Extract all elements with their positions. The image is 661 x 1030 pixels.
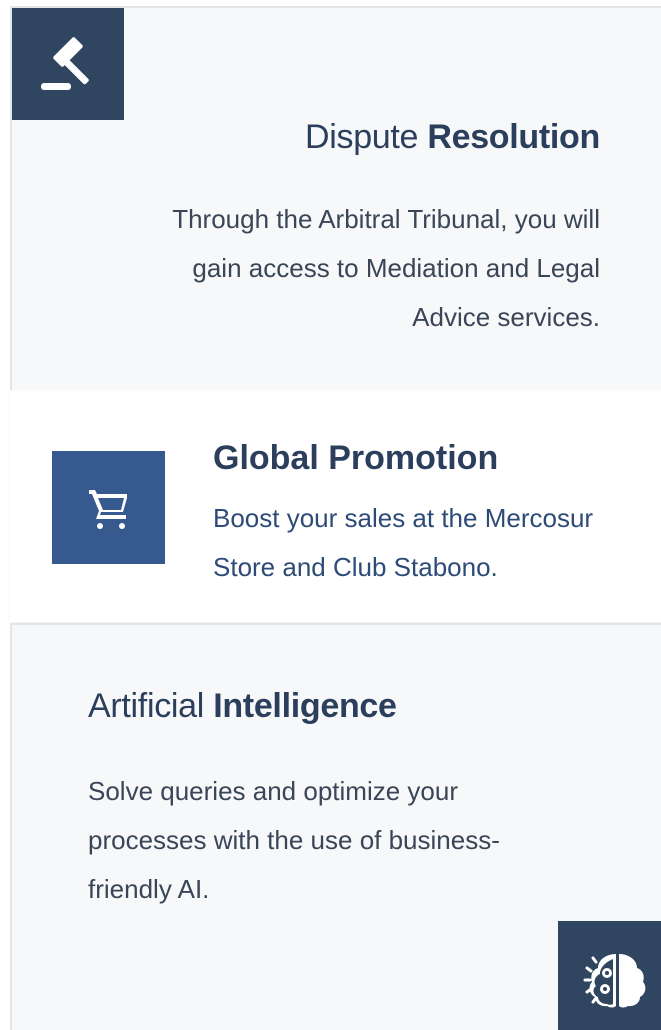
ai-icon-box	[558, 921, 661, 1030]
ai-title: Artificial Intelligence	[88, 687, 397, 725]
services-page: Dispute Resolution Through the Arbitral …	[0, 0, 661, 1030]
gavel-icon	[41, 37, 89, 90]
global-icon-box	[52, 451, 165, 564]
global-promotion-card: Global Promotion Boost your sales at the…	[10, 392, 661, 622]
dispute-icon-box	[12, 8, 124, 120]
global-description-line2: Store and Club Stabono.	[213, 552, 498, 582]
global-description-line1: Boost your sales at the Mercosur	[213, 503, 594, 533]
ai-description: Solve queries and optimize your processe…	[88, 776, 500, 904]
artificial-intelligence-card: Artificial Intelligence Solve queries an…	[10, 623, 661, 1030]
brain-gear-icon	[583, 953, 645, 1007]
dispute-description: Through the Arbitral Tribunal, you will …	[172, 204, 600, 332]
dispute-title: Dispute Resolution	[304, 118, 600, 156]
shopping-cart-icon	[88, 489, 127, 529]
global-description: Boost your sales at the Mercosur Store an…	[213, 494, 661, 592]
global-title: Global Promotion	[213, 439, 499, 477]
dispute-resolution-card: Dispute Resolution Through the Arbitral …	[10, 6, 661, 390]
